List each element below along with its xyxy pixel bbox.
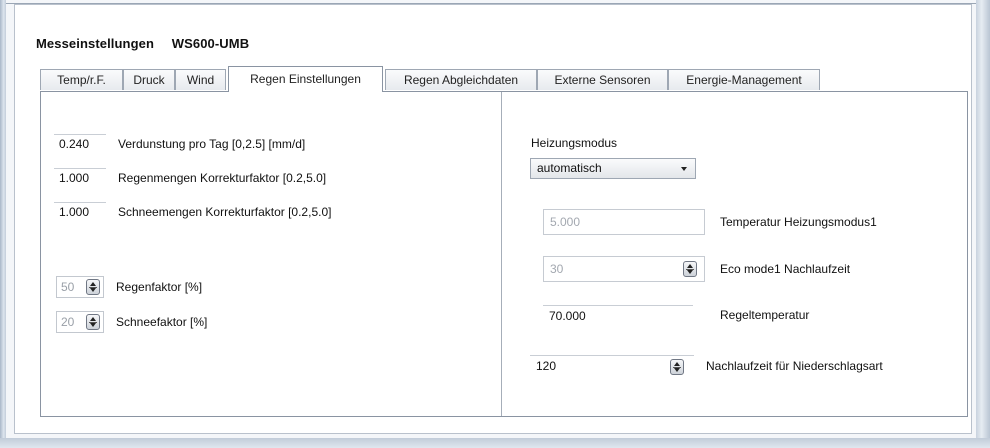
title-label: Messeinstellungen <box>36 36 155 51</box>
regenfaktor-label: Regenfaktor [%] <box>116 280 203 294</box>
window-frame-left <box>0 0 6 448</box>
nachlaufzeit-spin-button[interactable] <box>670 359 684 375</box>
regeltemperatur-label: Regeltemperatur <box>720 308 810 322</box>
tab-regen-abgleichdaten[interactable]: Regen Abgleichdaten <box>385 69 537 90</box>
schneefaktor-spin-button[interactable] <box>86 314 100 330</box>
regenfaktor-spin-button[interactable] <box>86 279 100 295</box>
verdunstung-label: Verdunstung pro Tag [0,2.5] [mm/d] <box>118 137 306 151</box>
tab-druck[interactable]: Druck <box>123 69 175 90</box>
nachlaufzeit-niederschlag-label: Nachlaufzeit für Niederschlagsart <box>706 359 883 373</box>
tab-wind[interactable]: Wind <box>175 69 226 90</box>
heizungsmodus-label: Heizungsmodus <box>531 136 618 150</box>
tab-regen-einstellungen[interactable]: Regen Einstellungen <box>228 66 383 92</box>
page-title: Messeinstellungen WS600-UMB <box>36 36 249 51</box>
regeltemperatur-input[interactable]: 70.000 <box>543 305 693 327</box>
regenmengen-input[interactable]: 1.000 <box>54 168 106 188</box>
window-frame-bottom <box>0 438 990 448</box>
tab-temp-rf[interactable]: Temp/r.F. <box>40 69 123 90</box>
model-name: WS600-UMB <box>171 36 250 51</box>
heizungsmodus-select[interactable]: automatisch <box>530 158 696 179</box>
tab-externe-sensoren[interactable]: Externe Sensoren <box>537 69 668 90</box>
panel-divider <box>501 92 502 416</box>
window-frame-right <box>976 0 990 448</box>
verdunstung-input[interactable]: 0.240 <box>54 134 106 154</box>
heizungsmodus-value: automatisch <box>537 161 602 175</box>
temperatur-heizungsmodus-input[interactable]: 5.000 <box>543 209 705 235</box>
eco-nachlaufzeit-label: Eco mode1 Nachlaufzeit <box>720 262 851 276</box>
schneemengen-label: Schneemengen Korrekturfaktor [0.2,5.0] <box>118 205 332 219</box>
schneefaktor-label: Schneefaktor [%] <box>116 315 208 329</box>
schneemengen-input[interactable]: 1.000 <box>54 202 106 222</box>
eco-nachlaufzeit-input[interactable]: 30 <box>543 256 705 282</box>
temperatur-heizungsmodus-label: Temperatur Heizungsmodus1 <box>720 215 877 229</box>
eco-nachlaufzeit-spin-button[interactable] <box>683 261 697 277</box>
chevron-down-icon <box>681 167 687 171</box>
tab-energie-management[interactable]: Energie-Management <box>668 69 820 90</box>
regenmengen-label: Regenmengen Korrekturfaktor [0.2,5.0] <box>118 171 327 185</box>
